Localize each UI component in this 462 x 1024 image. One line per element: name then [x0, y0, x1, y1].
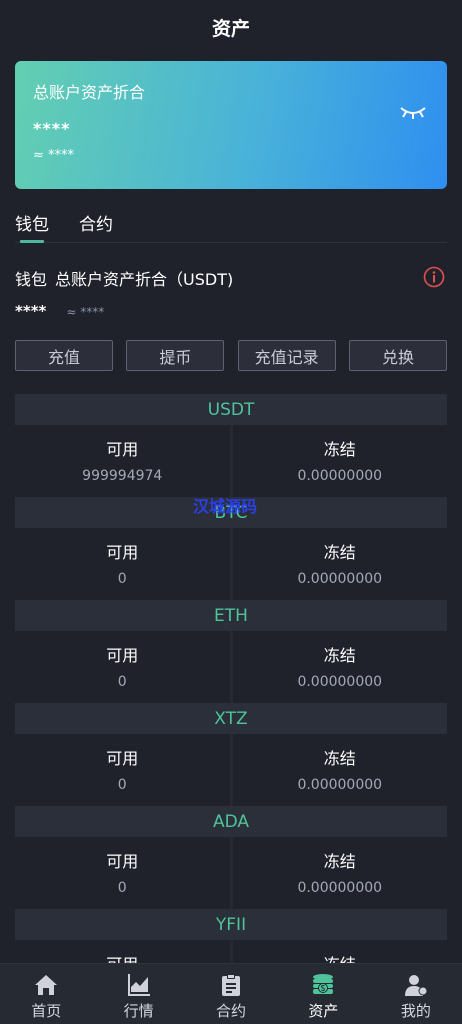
frozen-value: 0.00000000 — [297, 674, 383, 690]
tabbar-profile-label: 我的 — [400, 1002, 431, 1020]
exchange-button[interactable]: 兑换 — [348, 340, 447, 371]
tabbar-profile[interactable]: 我的 — [370, 964, 462, 1024]
clipboard-icon — [222, 974, 241, 996]
available-value: 0 — [117, 777, 127, 793]
tabbar-market-label: 行情 — [123, 1002, 154, 1020]
tabbar-home-label: 首页 — [31, 1002, 62, 1020]
available-label: 可用 — [106, 543, 139, 562]
available-value: 0 — [117, 571, 127, 587]
tabbar-assets[interactable]: 资产 — [277, 964, 369, 1024]
tabbar-market[interactable]: 行情 — [92, 964, 184, 1024]
user-icon — [404, 975, 428, 996]
deposit-history-button[interactable]: 充值记录 — [237, 340, 336, 371]
summary-label: 总账户资产折合（USDT) — [55, 270, 234, 289]
asset-item[interactable]: ADA 可用 0 冻结 0.00000000 — [15, 806, 447, 909]
tabbar-contract[interactable]: 合约 — [185, 964, 277, 1024]
asset-item[interactable]: ETH 可用 0 冻结 0.00000000 — [15, 600, 447, 703]
active-tab-indicator — [20, 240, 44, 243]
available-value: 999994974 — [82, 468, 163, 484]
card-label: 总账户资产折合 — [33, 83, 146, 102]
card-value: **** — [33, 119, 71, 138]
available-label: 可用 — [106, 440, 139, 459]
asset-name: ADA — [15, 806, 447, 837]
frozen-value: 0.00000000 — [297, 880, 383, 896]
frozen-label: 冻结 — [323, 440, 356, 459]
app-header: 资产 — [0, 0, 462, 55]
asset-list: USDT 可用 999994974 冻结 0.00000000 BTC 可用 0 冻结… — [15, 394, 447, 1012]
asset-item[interactable]: USDT 可用 999994974 冻结 0.00000000 — [15, 394, 447, 497]
summary-value: **** — [15, 302, 47, 320]
summary-approx: ≈ **** — [66, 305, 105, 319]
asset-item[interactable]: XTZ 可用 0 冻结 0.00000000 — [15, 703, 447, 806]
home-icon — [35, 975, 58, 995]
tabbar-contract-label: 合约 — [216, 1002, 247, 1020]
bottom-tab-bar: 首页 行情 合约 资产 我的 — [0, 963, 462, 1024]
tabbar-home[interactable]: 首页 — [0, 964, 92, 1024]
available-label: 可用 — [106, 646, 139, 665]
wallet-tabs: 钱包 合约 — [15, 206, 447, 243]
total-assets-card: 总账户资产折合 **** ≈ **** — [15, 61, 447, 189]
info-icon[interactable] — [423, 266, 445, 288]
tabbar-assets-label: 资产 — [308, 1002, 339, 1020]
asset-name: XTZ — [15, 703, 447, 734]
frozen-label: 冻结 — [323, 749, 356, 768]
frozen-value: 0.00000000 — [297, 777, 383, 793]
eye-closed-icon[interactable] — [399, 103, 427, 121]
page-title: 资产 — [211, 18, 250, 40]
asset-name: ETH — [15, 600, 447, 631]
available-value: 0 — [117, 880, 127, 896]
summary-prefix: 钱包 — [15, 270, 48, 289]
frozen-label: 冻结 — [323, 646, 356, 665]
frozen-label: 冻结 — [323, 543, 356, 562]
tab-contract[interactable]: 合约 — [79, 210, 113, 235]
wallet-summary: 钱包 总账户资产折合（USDT) **** ≈ **** — [15, 266, 447, 320]
deposit-button[interactable]: 充值 — [15, 340, 113, 371]
frozen-value: 0.00000000 — [297, 571, 383, 587]
watermark-text: 汉城源码 — [193, 497, 258, 516]
withdraw-button[interactable]: 提币 — [126, 340, 225, 371]
available-label: 可用 — [106, 852, 139, 871]
tab-wallet[interactable]: 钱包 — [15, 210, 49, 235]
available-value: 0 — [117, 674, 127, 690]
asset-name: USDT — [15, 394, 447, 425]
frozen-label: 冻结 — [323, 852, 356, 871]
action-buttons: 充值 提币 充值记录 兑换 — [15, 340, 447, 371]
frozen-value: 0.00000000 — [297, 468, 383, 484]
coins-stack-icon — [313, 974, 334, 994]
available-label: 可用 — [106, 749, 139, 768]
chart-icon — [127, 974, 150, 996]
asset-name: YFII — [15, 909, 447, 940]
card-approx: ≈ **** — [33, 148, 75, 163]
